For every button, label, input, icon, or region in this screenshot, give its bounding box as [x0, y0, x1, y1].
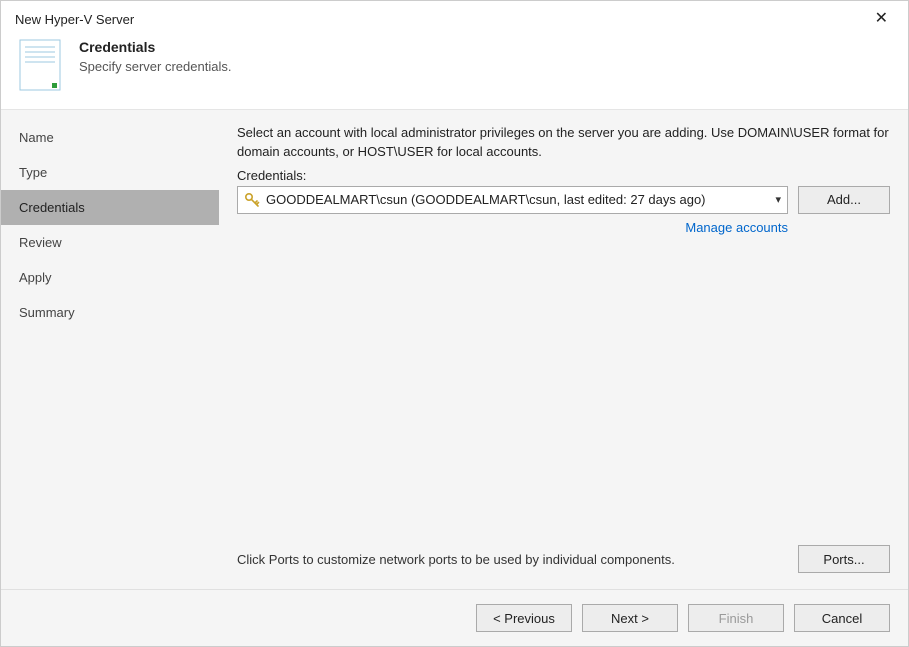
- ports-row: Click Ports to customize network ports t…: [237, 545, 890, 573]
- page-title: Credentials: [79, 39, 231, 55]
- cancel-button[interactable]: Cancel: [794, 604, 890, 632]
- page-subtitle: Specify server credentials.: [79, 59, 231, 74]
- content-spacer: [237, 235, 890, 545]
- close-icon: ✕: [875, 10, 888, 27]
- page-icon: [19, 39, 61, 91]
- previous-button[interactable]: < Previous: [476, 604, 572, 632]
- wizard-header: Credentials Specify server credentials.: [1, 33, 908, 110]
- window-title: New Hyper-V Server: [15, 12, 134, 27]
- add-button[interactable]: Add...: [798, 186, 890, 214]
- titlebar: New Hyper-V Server ✕: [1, 1, 908, 33]
- close-button[interactable]: ✕: [869, 9, 894, 29]
- description-text: Select an account with local administrat…: [237, 124, 890, 162]
- sidebar-item-review[interactable]: Review: [1, 225, 219, 260]
- chevron-down-icon: ▾: [775, 193, 781, 206]
- sidebar-item-name[interactable]: Name: [1, 120, 219, 155]
- sidebar-item-summary[interactable]: Summary: [1, 295, 219, 330]
- manage-accounts-link[interactable]: Manage accounts: [237, 220, 890, 235]
- ports-description: Click Ports to customize network ports t…: [237, 552, 788, 567]
- finish-button: Finish: [688, 604, 784, 632]
- wizard-content: Select an account with local administrat…: [219, 110, 908, 589]
- sidebar-item-type[interactable]: Type: [1, 155, 219, 190]
- credentials-selected-text: GOODDEALMART\csun (GOODDEALMART\csun, la…: [266, 192, 769, 207]
- ports-button[interactable]: Ports...: [798, 545, 890, 573]
- credentials-row: GOODDEALMART\csun (GOODDEALMART\csun, la…: [237, 186, 890, 214]
- sidebar-item-credentials[interactable]: Credentials: [1, 190, 219, 225]
- credentials-dropdown[interactable]: GOODDEALMART\csun (GOODDEALMART\csun, la…: [237, 186, 788, 214]
- header-text: Credentials Specify server credentials.: [79, 39, 231, 74]
- wizard-sidebar: Name Type Credentials Review Apply Summa…: [1, 110, 219, 589]
- wizard-window: New Hyper-V Server ✕ Credentials Specify…: [0, 0, 909, 647]
- next-button[interactable]: Next >: [582, 604, 678, 632]
- wizard-body: Name Type Credentials Review Apply Summa…: [1, 110, 908, 589]
- sidebar-item-apply[interactable]: Apply: [1, 260, 219, 295]
- key-icon: [244, 192, 260, 208]
- credentials-label: Credentials:: [237, 168, 890, 183]
- wizard-footer: < Previous Next > Finish Cancel: [1, 589, 908, 646]
